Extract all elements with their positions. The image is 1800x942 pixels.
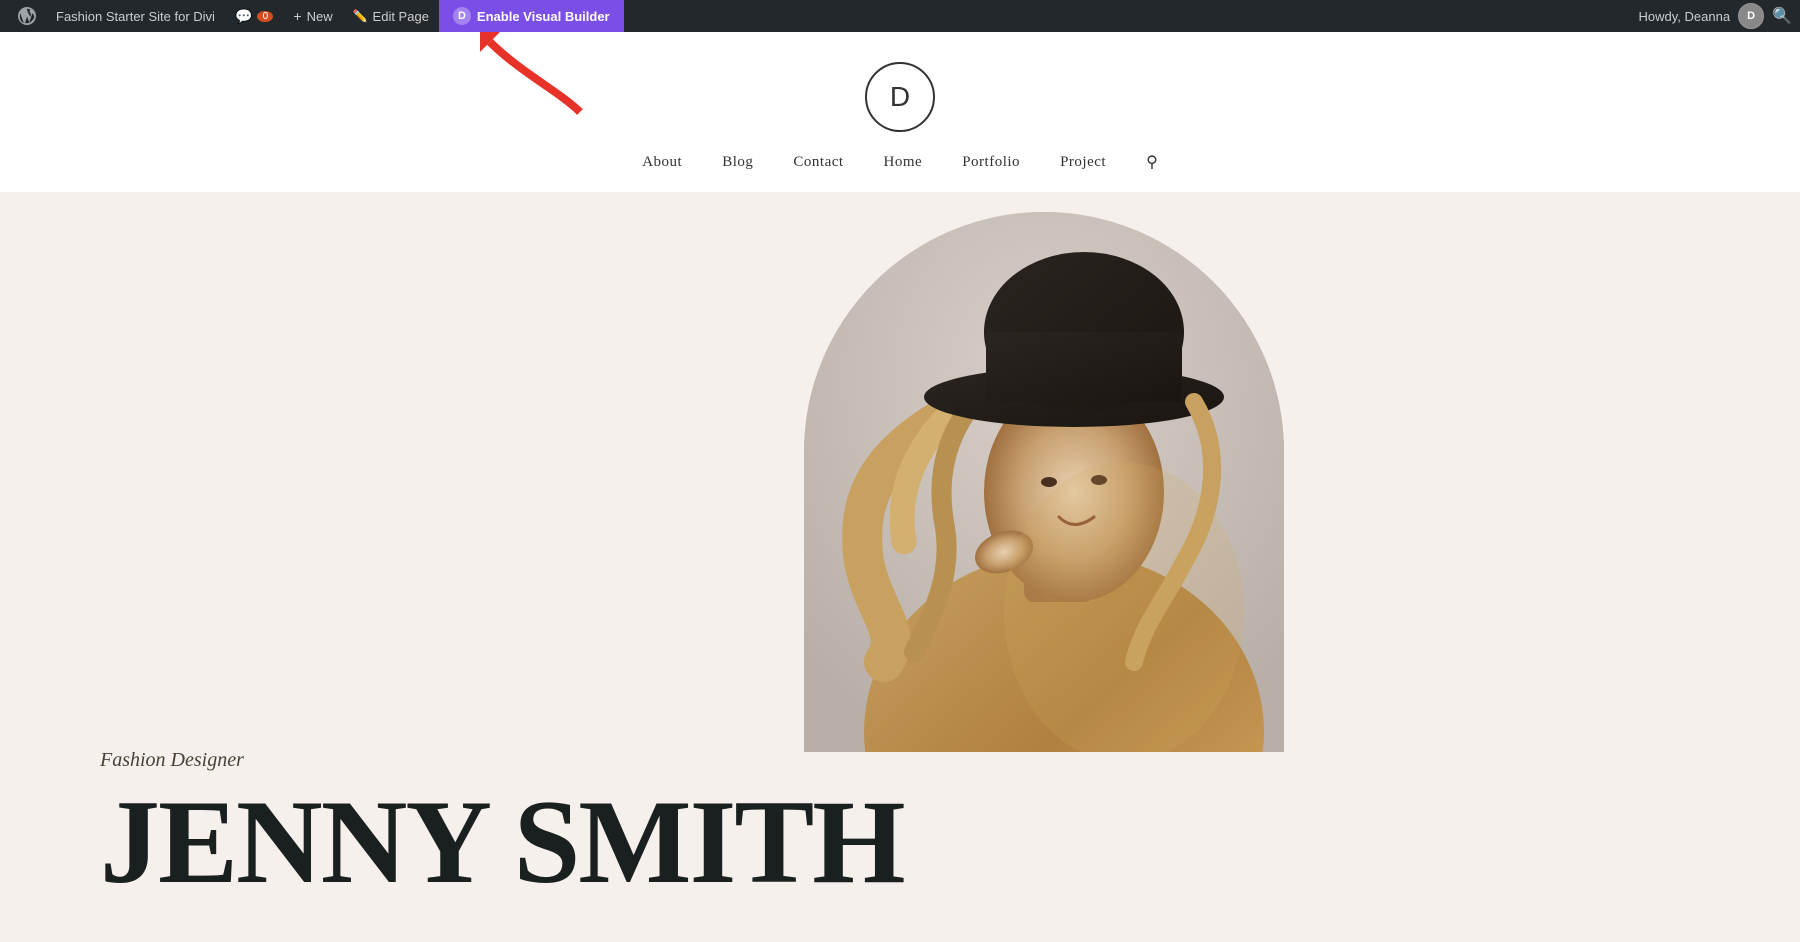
nav-project[interactable]: Project: [1060, 154, 1106, 171]
hero-portrait: [804, 212, 1284, 752]
pencil-icon: ✏️: [353, 9, 368, 23]
edit-page-label: Edit Page: [373, 9, 429, 24]
nav-about[interactable]: About: [642, 154, 682, 171]
admin-search-icon[interactable]: 🔍: [1772, 6, 1792, 26]
divi-letter: D: [458, 10, 466, 22]
nav-home[interactable]: Home: [884, 154, 923, 171]
logo-letter: D: [890, 81, 910, 113]
hero-text-area: Fashion Designer JENNY SMITH: [100, 749, 904, 922]
comment-count: 0: [257, 11, 273, 22]
comment-icon: 💬: [235, 8, 252, 25]
nav-contact[interactable]: Contact: [793, 154, 843, 171]
wp-logo-button[interactable]: [8, 0, 46, 32]
hero-subtitle: Fashion Designer: [100, 749, 904, 772]
site-wrapper: D About Blog Contact Home Portfolio Proj…: [0, 32, 1800, 922]
new-button[interactable]: + New: [283, 0, 342, 32]
admin-bar-left: Fashion Starter Site for Divi 💬 0 + New …: [8, 0, 1639, 32]
enable-builder-label: Enable Visual Builder: [477, 9, 610, 24]
nav-blog[interactable]: Blog: [722, 154, 753, 171]
hero-section: Fashion Designer JENNY SMITH: [0, 192, 1800, 922]
plus-icon: +: [293, 8, 301, 24]
site-logo[interactable]: D: [865, 62, 935, 132]
nav-search-icon[interactable]: ⚲: [1146, 152, 1158, 172]
edit-page-button[interactable]: ✏️ Edit Page: [343, 0, 439, 32]
admin-bar-right: Howdy, Deanna D 🔍: [1639, 3, 1792, 29]
hero-name: JENNY SMITH: [100, 782, 904, 902]
nav-portfolio[interactable]: Portfolio: [962, 154, 1020, 171]
site-navigation: About Blog Contact Home Portfolio Projec…: [642, 152, 1158, 172]
site-name-button[interactable]: Fashion Starter Site for Divi: [46, 0, 225, 32]
site-name-label: Fashion Starter Site for Divi: [56, 9, 215, 24]
site-header: D About Blog Contact Home Portfolio Proj…: [0, 32, 1800, 192]
divi-logo-circle: D: [453, 7, 471, 25]
admin-bar: Fashion Starter Site for Divi 💬 0 + New …: [0, 0, 1800, 32]
user-avatar[interactable]: D: [1738, 3, 1764, 29]
comments-button[interactable]: 💬 0: [225, 0, 283, 32]
howdy-text: Howdy, Deanna: [1639, 9, 1731, 24]
enable-visual-builder-button[interactable]: D Enable Visual Builder: [439, 0, 624, 32]
new-label: New: [307, 9, 333, 24]
